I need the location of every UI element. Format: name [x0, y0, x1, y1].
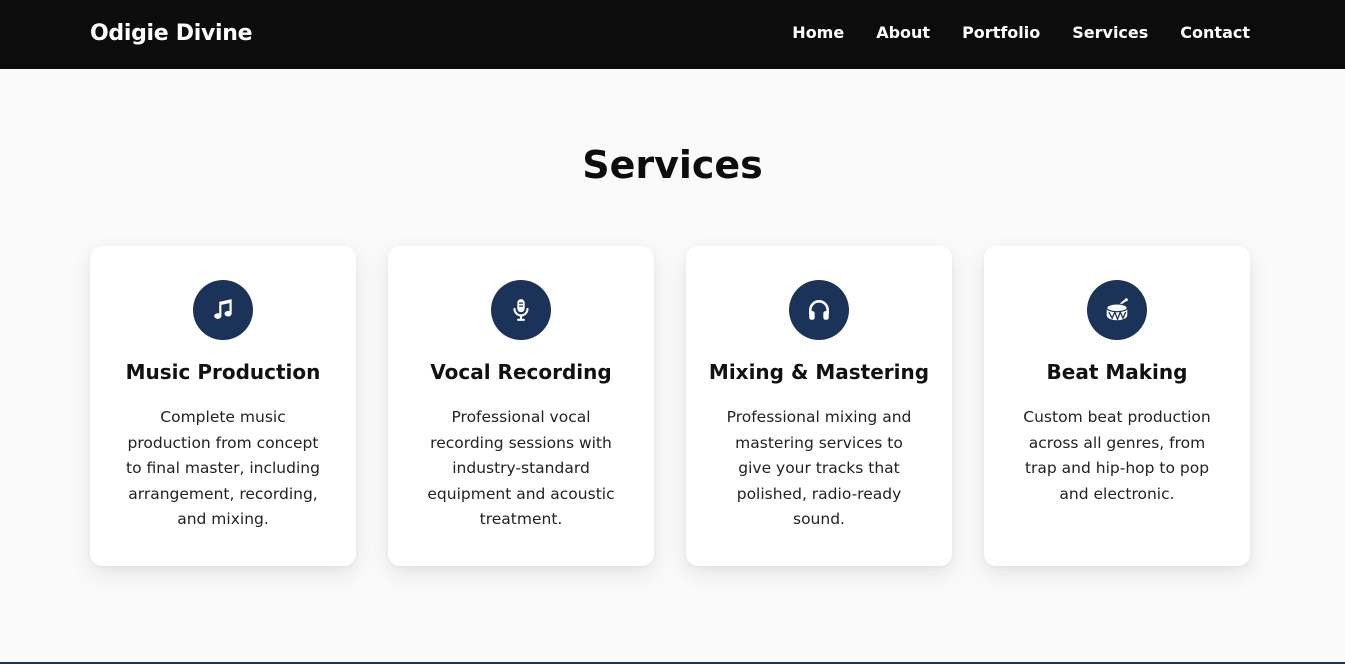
music-note-icon	[193, 280, 253, 340]
services-grid: Music Production Complete music producti…	[90, 246, 1250, 566]
service-description: Custom beat production across all genres…	[1023, 408, 1211, 503]
drum-icon	[1087, 280, 1147, 340]
section-title: Services	[582, 143, 763, 187]
microphone-icon	[491, 280, 551, 340]
service-title: Music Production	[125, 360, 321, 384]
nav-link-services[interactable]: Services	[1072, 22, 1148, 44]
headphones-icon	[789, 280, 849, 340]
service-description: Professional mixing and mastering servic…	[726, 408, 912, 528]
nav-menu: Home About Portfolio Services Contact	[792, 22, 1250, 44]
service-title: Mixing & Mastering	[708, 360, 930, 384]
service-card-vocal-recording: Vocal Recording Professional vocal recor…	[388, 246, 654, 566]
service-title: Vocal Recording	[430, 360, 612, 384]
nav-link-portfolio[interactable]: Portfolio	[962, 22, 1040, 44]
nav-link-home[interactable]: Home	[792, 22, 844, 44]
service-description: Professional vocal recording sessions wi…	[427, 408, 615, 528]
nav-link-contact[interactable]: Contact	[1180, 22, 1250, 44]
service-title: Beat Making	[1046, 360, 1188, 384]
navbar: Odigie Divine Home About Portfolio Servi…	[0, 0, 1345, 69]
nav-link-about[interactable]: About	[876, 22, 930, 44]
brand-logo[interactable]: Odigie Divine	[90, 20, 253, 48]
service-card-music-production: Music Production Complete music producti…	[90, 246, 356, 566]
service-description: Complete music production from concept t…	[126, 408, 320, 528]
service-card-mixing-mastering: Mixing & Mastering Professional mixing a…	[686, 246, 952, 566]
service-card-beat-making: Beat Making Custom beat production acros…	[984, 246, 1250, 566]
